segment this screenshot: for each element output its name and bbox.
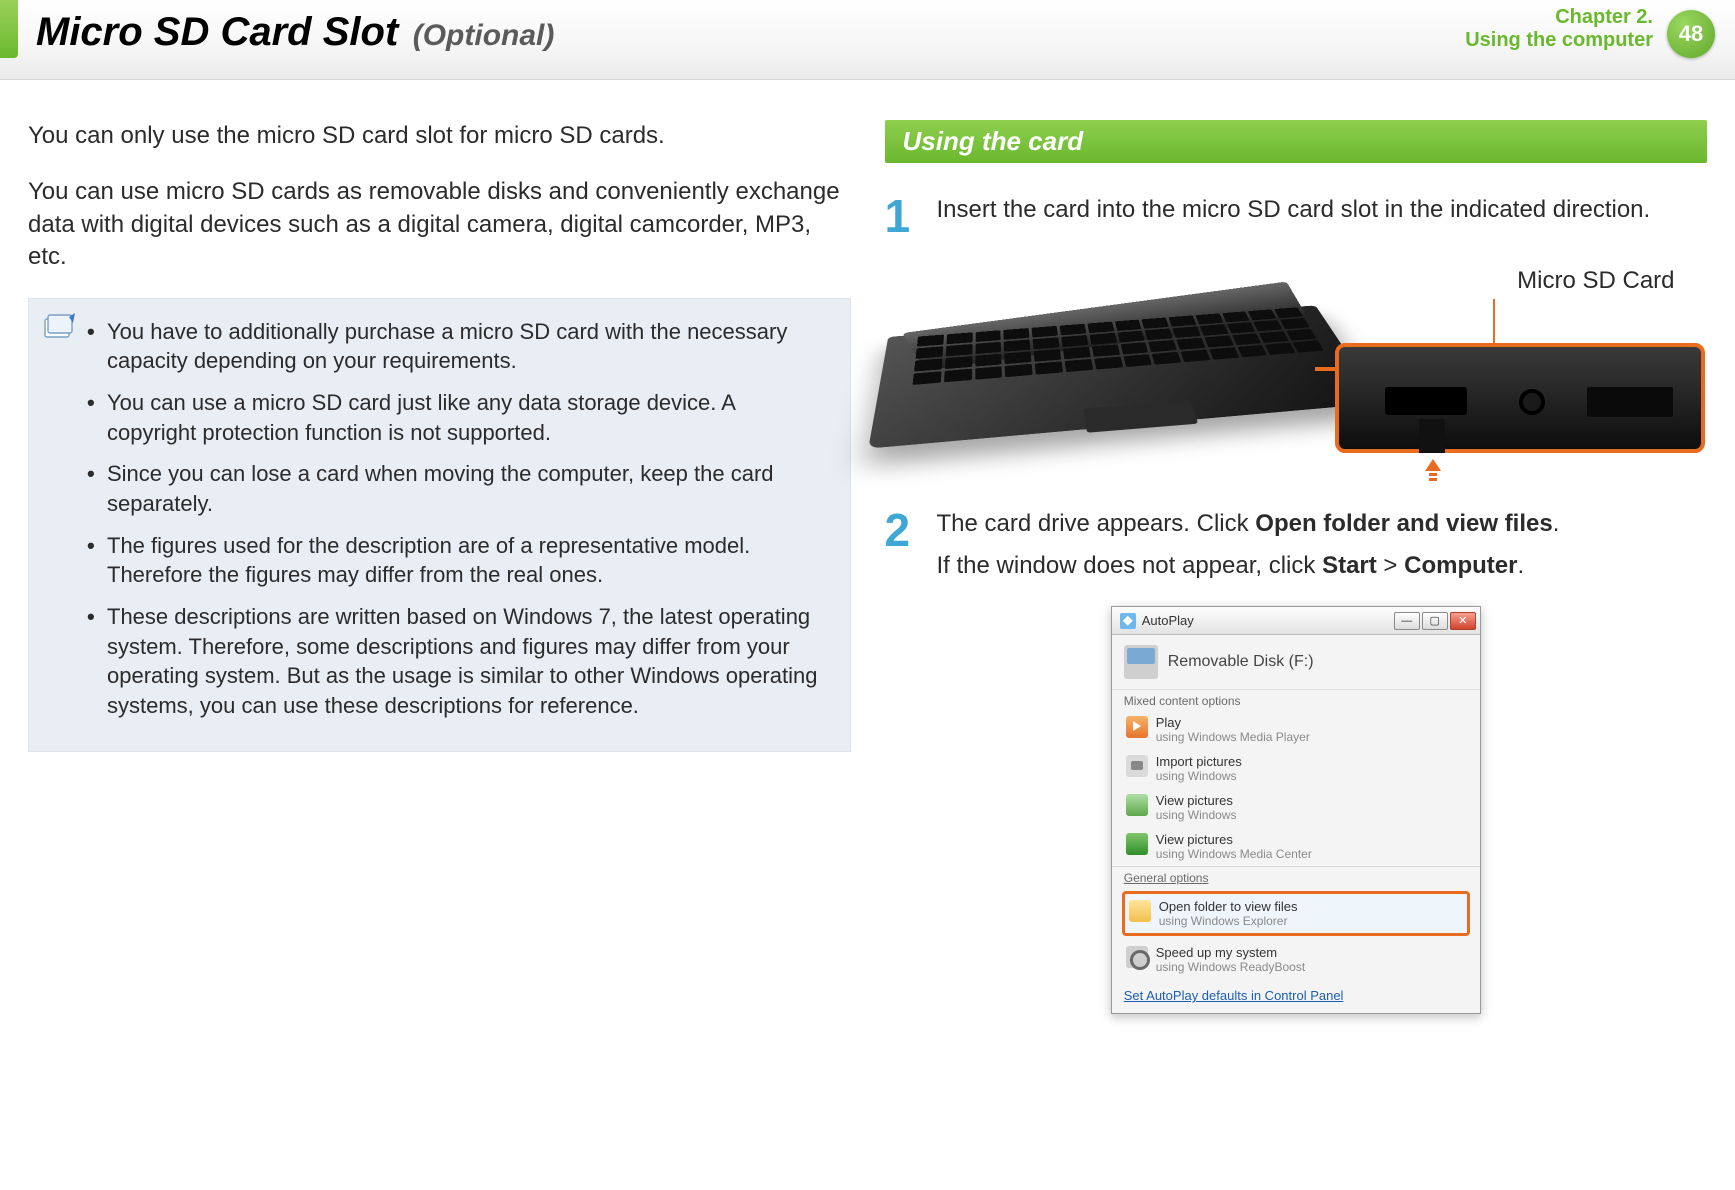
option-line2: using Windows ReadyBoost (1156, 960, 1305, 974)
autoplay-option-view-mediacenter[interactable]: View pictures using Windows Media Center (1112, 827, 1480, 866)
option-text: Play using Windows Media Player (1156, 715, 1310, 744)
option-line1: View pictures (1156, 832, 1312, 847)
close-button[interactable]: ✕ (1450, 612, 1476, 630)
note-item: Since you can lose a card when moving th… (87, 459, 828, 518)
chapter-line1: Chapter 2. (1465, 6, 1653, 29)
chapter-line2: Using the computer (1465, 29, 1653, 52)
autoplay-option-play[interactable]: Play using Windows Media Player (1112, 710, 1480, 749)
autoplay-footer: Set AutoPlay defaults in Control Panel (1112, 979, 1480, 1013)
option-text: View pictures using Windows Media Center (1156, 832, 1312, 861)
intro-paragraph-1: You can only use the micro SD card slot … (28, 120, 851, 152)
step2-bold: Open folder and view files (1255, 510, 1552, 537)
autoplay-window: AutoPlay — ▢ ✕ Removable Disk (F:) Mixed… (1111, 606, 1481, 1014)
note-box: You have to additionally purchase a micr… (28, 298, 851, 752)
sd-card-icon (1419, 419, 1445, 453)
laptop-figure: Micro SD Card (885, 263, 1705, 483)
note-item: You have to additionally purchase a micr… (87, 317, 828, 376)
note-item: You can use a micro SD card just like an… (87, 388, 828, 447)
page: Micro SD Card Slot (Optional) Chapter 2.… (0, 0, 1735, 1190)
media-center-icon (1126, 833, 1148, 855)
drive-icon (1124, 645, 1158, 679)
picture-icon (1126, 794, 1148, 816)
autoplay-option-view-pictures[interactable]: View pictures using Windows (1112, 788, 1480, 827)
intro-paragraph-2: You can use micro SD cards as removable … (28, 176, 851, 273)
left-column: You can only use the micro SD card slot … (28, 120, 851, 1014)
usb-port-icon (1587, 387, 1673, 417)
option-line2: using Windows Media Center (1156, 847, 1312, 861)
sd-label-leader (1493, 299, 1495, 343)
step2-text-part: . (1553, 510, 1560, 537)
insert-arrow-stem (1429, 478, 1437, 481)
minimize-button[interactable]: — (1394, 612, 1420, 630)
autoplay-header: Removable Disk (F:) (1112, 635, 1480, 689)
note-item: These descriptions are written based on … (87, 602, 828, 721)
option-line1: Speed up my system (1156, 945, 1305, 960)
option-text: Open folder to view files using Windows … (1159, 899, 1298, 928)
page-subtitle: (Optional) (413, 19, 555, 52)
step2-text-part: If the window does not appear, click (937, 552, 1323, 579)
autoplay-title: AutoPlay (1142, 613, 1194, 628)
drive-name: Removable Disk (F:) (1168, 653, 1314, 671)
autoplay-option-import[interactable]: Import pictures using Windows (1112, 749, 1480, 788)
option-line2: using Windows (1156, 769, 1242, 783)
step-number: 2 (885, 507, 919, 582)
option-line1: Open folder to view files (1159, 899, 1298, 914)
option-line2: using Windows (1156, 808, 1237, 822)
play-icon (1126, 716, 1148, 738)
step2-text-part: . (1517, 552, 1524, 579)
title-wrap: Micro SD Card Slot (Optional) (36, 10, 1705, 55)
insert-arrow-icon (1425, 459, 1441, 471)
note-text: You can use a micro SD card just like an… (107, 388, 828, 447)
step-text: Insert the card into the micro SD card s… (937, 193, 1651, 239)
autoplay-defaults-link[interactable]: Set AutoPlay defaults in Control Panel (1124, 988, 1344, 1003)
sd-slot-icon (1385, 387, 1467, 415)
option-line2: using Windows Explorer (1159, 914, 1298, 928)
step2-text-part: The card drive appears. Click (937, 510, 1256, 537)
page-header: Micro SD Card Slot (Optional) Chapter 2.… (0, 0, 1735, 80)
section-heading: Using the card (885, 120, 1708, 163)
slot-callout (1335, 343, 1705, 453)
right-column: Using the card 1 Insert the card into th… (885, 120, 1708, 1014)
content: You can only use the micro SD card slot … (0, 80, 1735, 1014)
option-line2: using Windows Media Player (1156, 730, 1310, 744)
autoplay-option-open-folder-highlighted[interactable]: Open folder to view files using Windows … (1122, 891, 1470, 936)
insert-arrow-stem (1429, 473, 1437, 476)
autoplay-app-icon (1120, 613, 1136, 629)
step2-bold: Computer (1404, 552, 1517, 579)
autoplay-option-readyboost[interactable]: Speed up my system using Windows ReadyBo… (1112, 940, 1480, 979)
sd-card-label: Micro SD Card (1517, 267, 1674, 295)
headphone-port-icon (1519, 389, 1545, 415)
maximize-button[interactable]: ▢ (1422, 612, 1448, 630)
camera-icon (1126, 755, 1148, 777)
option-line1: Import pictures (1156, 754, 1242, 769)
page-title: Micro SD Card Slot (36, 10, 398, 54)
note-text: Since you can lose a card when moving th… (107, 461, 774, 516)
note-list: You have to additionally purchase a micr… (87, 317, 828, 721)
option-line1: View pictures (1156, 793, 1237, 808)
option-line1: Play (1156, 715, 1310, 730)
note-text: These descriptions are written based on … (107, 604, 817, 718)
readyboost-icon (1126, 946, 1148, 968)
group-label-mixed: Mixed content options (1112, 689, 1480, 710)
header-accent (0, 0, 18, 58)
group-label-general: General options (1112, 866, 1480, 887)
option-text: Import pictures using Windows (1156, 754, 1242, 783)
note-text: You have to additionally purchase a micr… (107, 319, 787, 374)
option-text: Speed up my system using Windows ReadyBo… (1156, 945, 1305, 974)
step-number: 1 (885, 193, 919, 239)
option-text: View pictures using Windows (1156, 793, 1237, 822)
folder-icon (1129, 900, 1151, 922)
note-icon (43, 313, 77, 343)
step-text: The card drive appears. Click Open folde… (937, 507, 1560, 582)
window-controls: — ▢ ✕ (1394, 612, 1476, 630)
autoplay-titlebar: AutoPlay — ▢ ✕ (1112, 607, 1480, 635)
step2-text-part: > (1377, 552, 1404, 579)
chapter-block: Chapter 2. Using the computer (1465, 6, 1653, 52)
step-2: 2 The card drive appears. Click Open fol… (885, 507, 1708, 582)
step-1: 1 Insert the card into the micro SD card… (885, 193, 1708, 239)
page-number-badge: 48 (1667, 10, 1715, 58)
step2-bold: Start (1322, 552, 1377, 579)
note-text: The figures used for the description are… (107, 533, 750, 588)
note-item: The figures used for the description are… (87, 531, 828, 590)
